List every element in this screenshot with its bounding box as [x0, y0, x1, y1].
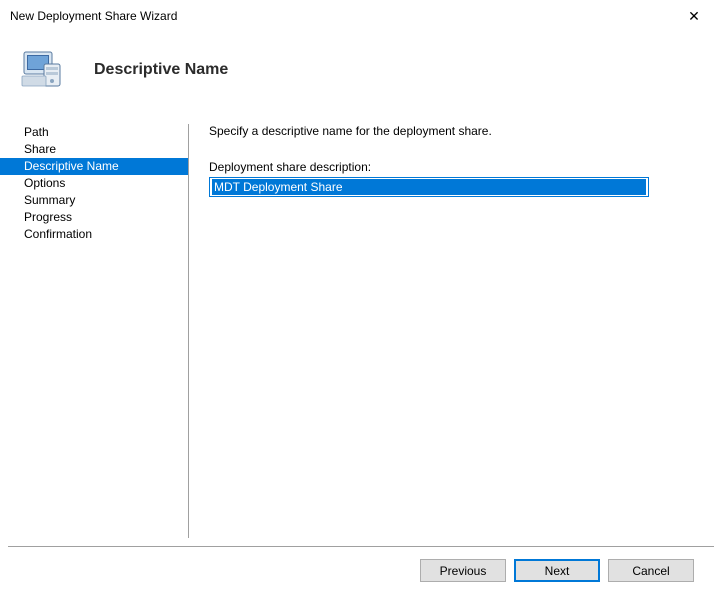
- close-icon[interactable]: ✕: [674, 8, 714, 25]
- main-content: Specify a descriptive name for the deplo…: [189, 116, 722, 546]
- wizard-header: Descriptive Name: [0, 32, 722, 116]
- instruction-text: Specify a descriptive name for the deplo…: [209, 124, 694, 138]
- description-field-wrap[interactable]: [209, 177, 649, 197]
- sidebar-item-options[interactable]: Options: [0, 175, 188, 192]
- previous-button[interactable]: Previous: [420, 559, 506, 582]
- window-title: New Deployment Share Wizard: [10, 9, 177, 23]
- wizard-body: Path Share Descriptive Name Options Summ…: [0, 116, 722, 546]
- wizard-steps-sidebar: Path Share Descriptive Name Options Summ…: [0, 116, 188, 546]
- sidebar-item-share[interactable]: Share: [0, 141, 188, 158]
- wizard-footer: Previous Next Cancel: [8, 546, 714, 582]
- page-title: Descriptive Name: [94, 61, 228, 79]
- titlebar: New Deployment Share Wizard ✕: [0, 0, 722, 32]
- sidebar-item-path[interactable]: Path: [0, 124, 188, 141]
- description-field-label: Deployment share description:: [209, 160, 694, 174]
- next-button[interactable]: Next: [514, 559, 600, 582]
- sidebar-item-confirmation[interactable]: Confirmation: [0, 226, 188, 243]
- sidebar-item-progress[interactable]: Progress: [0, 209, 188, 226]
- sidebar-item-descriptive-name[interactable]: Descriptive Name: [0, 158, 188, 175]
- computer-icon: [18, 46, 66, 94]
- steps-list: Path Share Descriptive Name Options Summ…: [0, 124, 188, 243]
- description-input[interactable]: [212, 179, 646, 195]
- sidebar-item-summary[interactable]: Summary: [0, 192, 188, 209]
- cancel-button[interactable]: Cancel: [608, 559, 694, 582]
